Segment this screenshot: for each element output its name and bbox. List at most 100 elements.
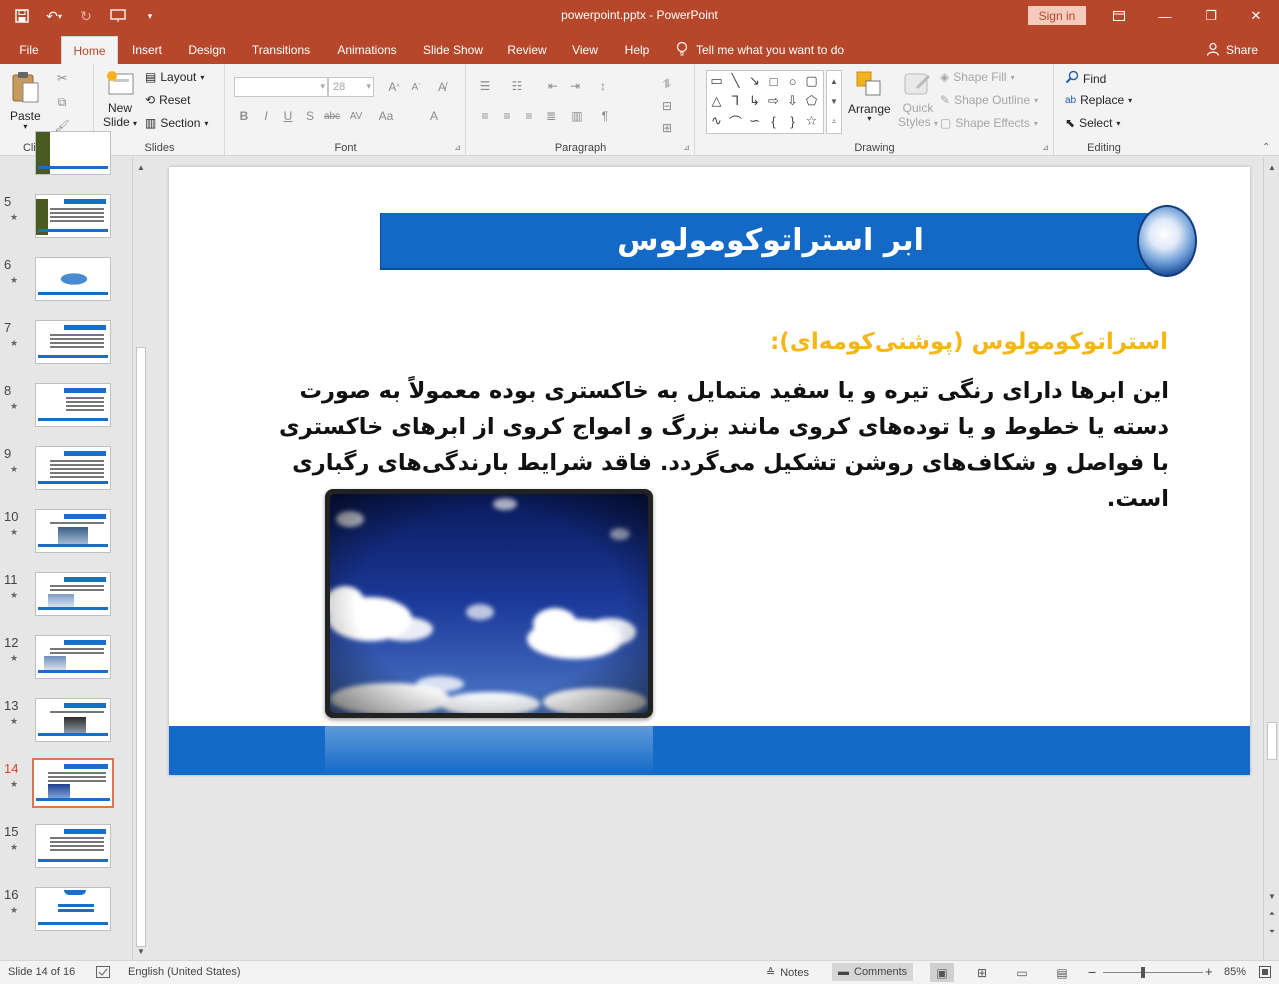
right-brace-shape-icon[interactable]: } <box>783 111 802 131</box>
start-from-beginning-icon[interactable] <box>104 4 132 28</box>
strikethrough-icon[interactable]: abc <box>322 106 342 126</box>
scroll-down-icon[interactable]: ▼ <box>830 97 838 106</box>
tab-review[interactable]: Review <box>500 36 554 64</box>
more-shapes-icon[interactable]: ⩡ <box>832 117 837 127</box>
spelling-check-icon[interactable] <box>96 966 110 978</box>
rtl-direction-icon[interactable]: ¶ <box>595 106 615 126</box>
font-name-combobox[interactable]: ▾ <box>234 77 328 97</box>
slide-thumbnail-9[interactable] <box>35 446 111 490</box>
thumbnail-row[interactable]: 11 ★ <box>0 572 132 632</box>
convert-to-smartart-icon[interactable]: ⊞ <box>657 118 677 138</box>
thumbnail-row[interactable]: 16 ★ <box>0 887 132 947</box>
slide-show-view-icon[interactable]: ▤ <box>1050 963 1074 982</box>
comments-button[interactable]: ▬ Comments <box>832 963 914 981</box>
normal-view-icon[interactable]: ▣ <box>930 963 954 982</box>
thumbnail-scrollbar[interactable]: ▲ ▼ <box>132 157 148 960</box>
freeform-shape-icon[interactable]: ∿ <box>707 111 726 131</box>
zoom-level[interactable]: 85% <box>1224 966 1246 978</box>
slide-title[interactable]: ابر استراتوکومولوس <box>617 223 924 258</box>
zoom-in-icon[interactable]: + <box>1205 964 1213 979</box>
triangle-shape-icon[interactable]: △ <box>707 91 726 111</box>
shape-effects-button[interactable]: ▢ Shape Effects ▾ <box>940 116 1038 130</box>
scroll-down-arrow-icon[interactable]: ▼ <box>135 945 147 957</box>
shapes-gallery[interactable]: ▭ ╲ ↘ □ ○ ▢ △ ⅂ ↳ ⇨ ⇩ ⬠ ∿ ⌒ ∽ { } ☆ <box>706 70 824 134</box>
numbering-icon[interactable]: ☷ <box>507 76 527 96</box>
tab-slide-show[interactable]: Slide Show <box>416 36 490 64</box>
arrow-line-shape-icon[interactable]: ↘ <box>745 71 764 91</box>
align-right-icon[interactable]: ≡ <box>519 106 539 126</box>
thumbnail-row[interactable]: 12 ★ <box>0 635 132 695</box>
underline-icon[interactable]: U <box>278 106 298 126</box>
scroll-up-arrow-icon[interactable]: ▲ <box>1266 161 1278 173</box>
thumbnail-scroll-thumb[interactable] <box>136 347 146 947</box>
tell-me-search[interactable]: Tell me what you want to do <box>676 36 844 64</box>
slide-thumbnail-12[interactable] <box>35 635 111 679</box>
shape-fill-button[interactable]: ◈ Shape Fill ▾ <box>940 70 1015 84</box>
align-left-icon[interactable]: ≡ <box>475 106 495 126</box>
slide-thumbnail-6[interactable] <box>35 257 111 301</box>
paste-button[interactable]: Paste ▾ <box>10 70 41 131</box>
right-arrow-shape-icon[interactable]: ⇨ <box>764 91 783 111</box>
font-launcher-icon[interactable]: ⊿ <box>454 143 461 152</box>
next-slide-icon[interactable]: ⏷ <box>1266 926 1278 938</box>
scroll-up-arrow-icon[interactable]: ▲ <box>135 161 147 173</box>
slide-thumbnail-10[interactable] <box>35 509 111 553</box>
previous-slide-icon[interactable]: ⏶ <box>1266 908 1278 920</box>
undo-icon[interactable]: ↶ ▾ <box>40 4 68 28</box>
slide-thumbnail-14[interactable] <box>32 758 114 808</box>
slide-thumbnail-pane[interactable]: 5 ★ 6 ★ 7 ★ 8 ★ 9 ★ 10 ★ 11 ★ 12 ★ 13 ★ … <box>0 131 148 960</box>
curve-shape-icon[interactable]: ∽ <box>745 111 764 131</box>
clear-formatting-icon[interactable]: A̸ <box>432 77 452 97</box>
section-button[interactable]: ▥ Section ▾ <box>145 116 208 130</box>
font-color-icon[interactable]: A <box>424 106 444 126</box>
thumbnail-row[interactable]: 13 ★ <box>0 698 132 758</box>
bold-icon[interactable]: B <box>234 106 254 126</box>
tab-home[interactable]: Home <box>61 36 118 64</box>
cloud-badge-image[interactable] <box>1137 205 1197 277</box>
fit-slide-icon[interactable] <box>1259 966 1271 978</box>
minimize-icon[interactable]: — <box>1142 0 1188 32</box>
columns-icon[interactable]: ▥ <box>567 106 587 126</box>
quick-styles-button[interactable]: Quick Styles ▾ <box>898 70 938 131</box>
reset-button[interactable]: ⟲ Reset <box>145 93 190 107</box>
slide-scrollbar[interactable]: ▲ ▼ ⏶ ⏷ <box>1263 157 1279 960</box>
justify-icon[interactable]: ≣ <box>541 106 561 126</box>
thumbnail-row[interactable] <box>0 131 132 191</box>
flowchart-shape-icon[interactable]: ⬠ <box>802 91 821 111</box>
save-icon[interactable] <box>8 4 36 28</box>
text-direction-icon[interactable]: ⥮ <box>657 74 677 94</box>
font-size-combobox[interactable]: 28 ▾ <box>328 77 374 97</box>
align-center-icon[interactable]: ≡ <box>497 106 517 126</box>
slide-subtitle[interactable]: استراتوکومولوس (پوشنی‌کومه‌ای): <box>770 329 1168 355</box>
line-spacing-icon[interactable]: ↕ <box>593 76 613 96</box>
elbow-connector-shape-icon[interactable]: ⅂ <box>726 91 745 111</box>
arc-shape-icon[interactable]: ⌒ <box>726 111 745 131</box>
line-shape-icon[interactable]: ╲ <box>726 71 745 91</box>
bullets-icon[interactable]: ☰ <box>475 76 495 96</box>
thumbnail-row[interactable]: 8 ★ <box>0 383 132 443</box>
rectangle-shape-icon[interactable]: □ <box>764 71 783 91</box>
decrease-font-size-icon[interactable]: Aˇ <box>406 77 426 97</box>
thumbnail-row[interactable]: 9 ★ <box>0 446 132 506</box>
align-text-icon[interactable]: ⊟ <box>657 96 677 116</box>
replace-button[interactable]: ab Replace ▾ <box>1065 93 1132 107</box>
thumbnail-row[interactable]: 6 ★ <box>0 257 132 317</box>
zoom-slider-thumb[interactable] <box>1141 967 1145 978</box>
thumbnail-row[interactable]: 7 ★ <box>0 320 132 380</box>
slide-thumbnail-11[interactable] <box>35 572 111 616</box>
slide-sorter-view-icon[interactable]: ⊞ <box>970 963 994 982</box>
select-button[interactable]: ⬉ Select ▾ <box>1065 116 1120 130</box>
elbow-arrow-shape-icon[interactable]: ↳ <box>745 91 764 111</box>
rounded-rectangle-shape-icon[interactable]: ▢ <box>802 71 821 91</box>
share-button[interactable]: Share <box>1206 36 1258 64</box>
increase-font-size-icon[interactable]: A ^ <box>384 77 404 97</box>
text-shadow-icon[interactable]: S <box>300 106 320 126</box>
slide-thumbnail-16[interactable] <box>35 887 111 931</box>
tab-insert[interactable]: Insert <box>123 36 171 64</box>
zoom-out-icon[interactable]: − <box>1088 964 1096 980</box>
new-slide-button[interactable]: New Slide ▾ <box>103 70 137 131</box>
copy-icon[interactable]: ⧉ <box>52 92 72 112</box>
slide-thumbnail-8[interactable] <box>35 383 111 427</box>
tab-transitions[interactable]: Transitions <box>244 36 318 64</box>
character-spacing-icon[interactable]: AV <box>346 106 366 126</box>
